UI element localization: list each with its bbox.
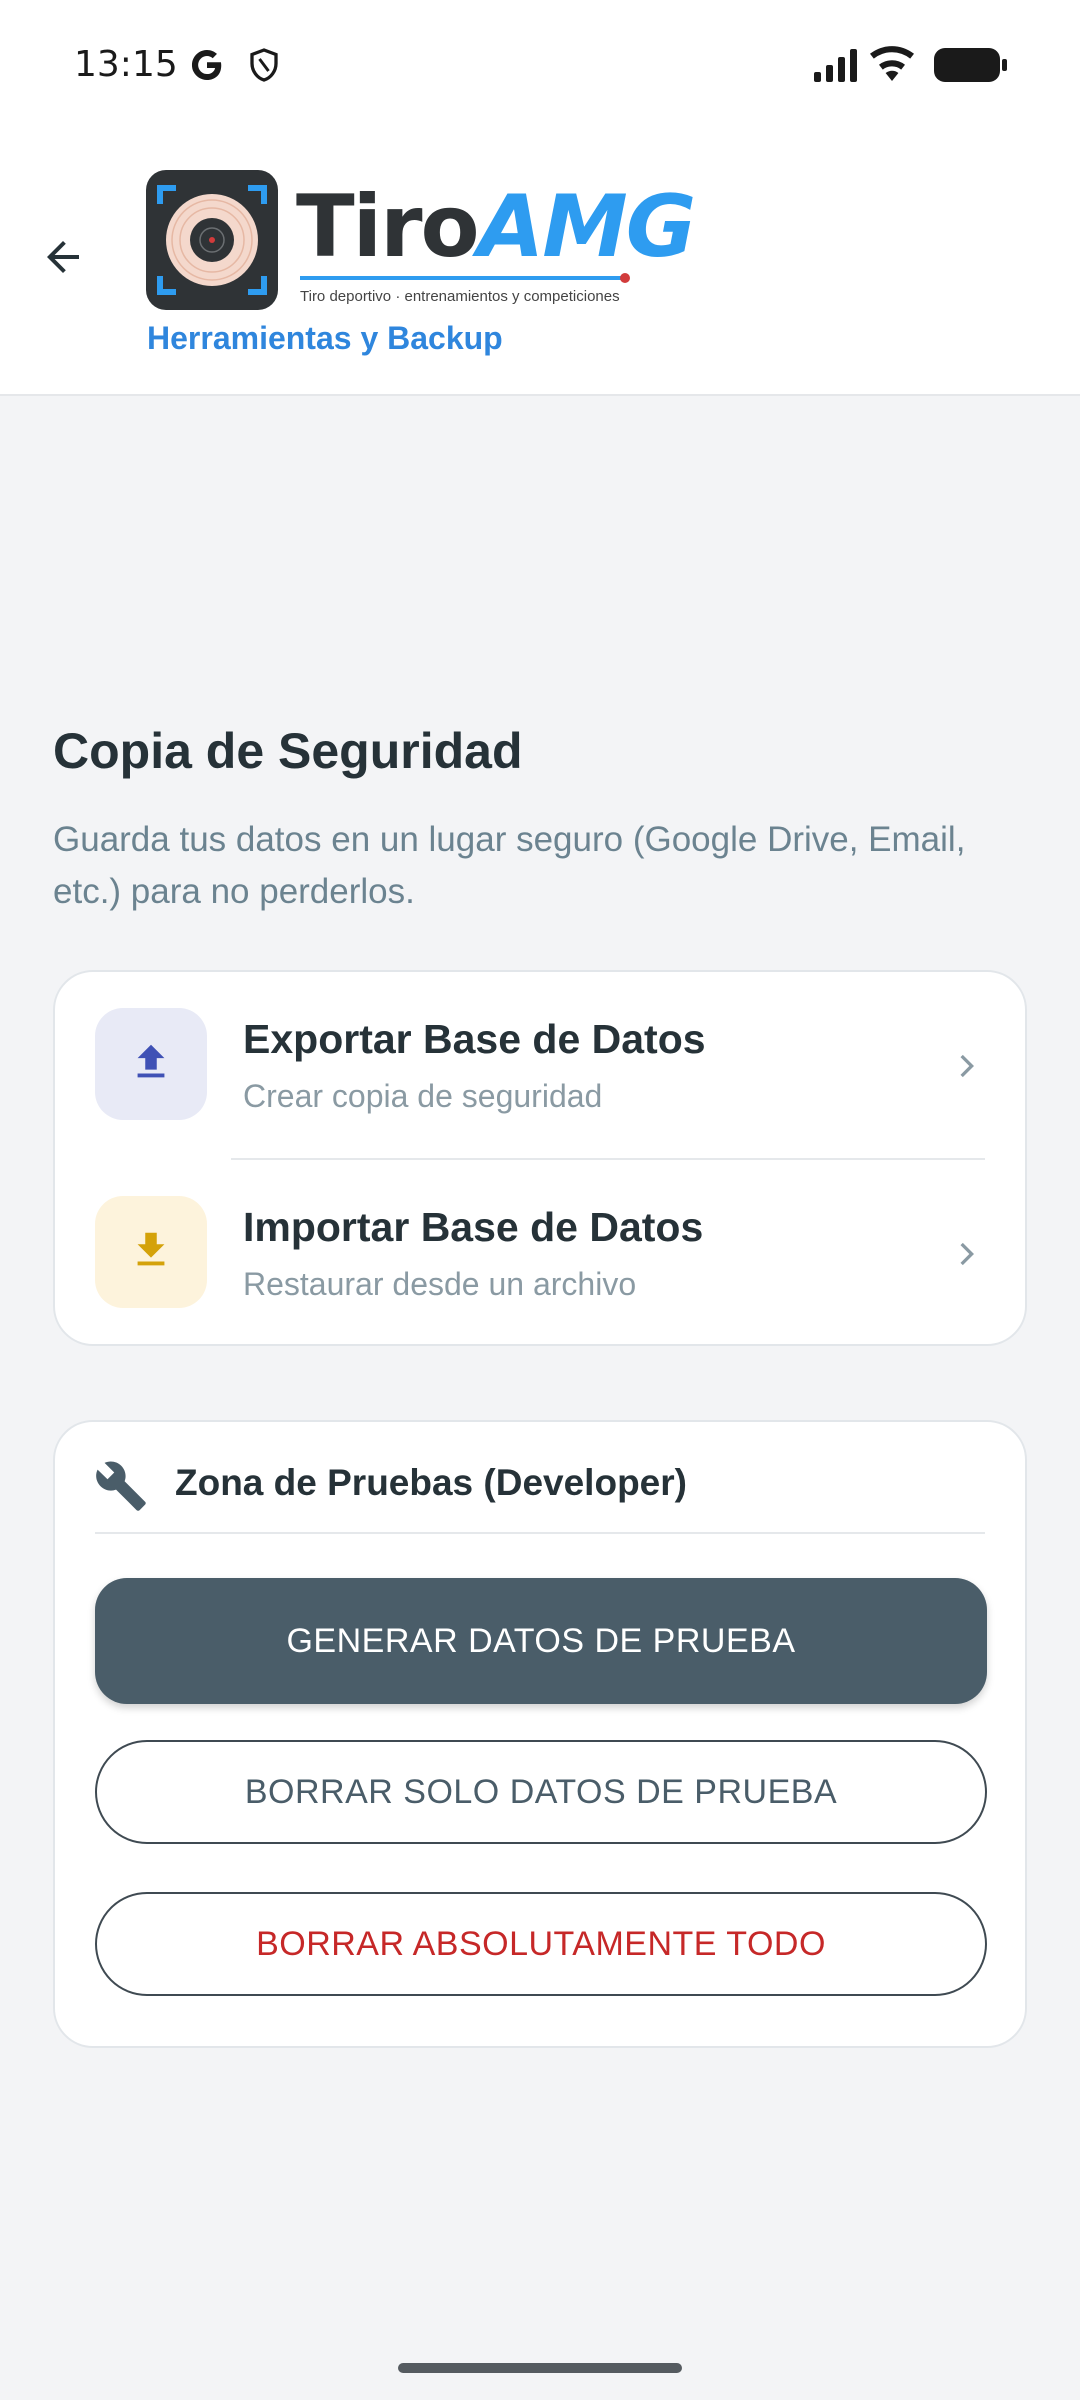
upload-icon (128, 1039, 174, 1090)
app-logo (146, 170, 278, 310)
dev-zone-card: Zona de Pruebas (Developer) GENERAR DATO… (53, 1420, 1027, 2048)
chevron-right-icon (945, 1232, 985, 1276)
export-database-row[interactable]: Exportar Base de Datos Crear copia de se… (55, 972, 1025, 1160)
backup-card: Exportar Base de Datos Crear copia de se… (53, 970, 1027, 1346)
export-subtitle: Crear copia de seguridad (243, 1078, 603, 1114)
brand-dot (620, 273, 630, 283)
dev-zone-divider (95, 1532, 985, 1534)
home-indicator[interactable] (398, 2363, 682, 2373)
generate-test-data-button[interactable]: GENERAR DATOS DE PRUEBA (95, 1578, 987, 1704)
google-g-icon (188, 46, 226, 89)
section-description: Guarda tus datos en un lugar seguro (Goo… (53, 820, 966, 911)
import-subtitle: Restaurar desde un archivo (243, 1266, 637, 1302)
arrow-back-icon (39, 233, 87, 286)
brand-part1: Tiro (296, 177, 480, 277)
delete-test-data-button[interactable]: BORRAR SOLO DATOS DE PRUEBA (95, 1740, 987, 1844)
wrench-icon (93, 1458, 149, 1514)
brand-wordmark: TiroAMG (296, 184, 696, 270)
brand-tagline: Tiro deportivo · entrenamientos y compet… (300, 288, 620, 305)
import-title: Importar Base de Datos (243, 1204, 704, 1250)
status-time: 13:15 (74, 44, 178, 85)
app-subtitle: Herramientas y Backup (147, 320, 503, 356)
wifi-icon (868, 46, 916, 87)
shield-icon (246, 46, 282, 89)
app-bar: TiroAMG Tiro deportivo · entrenamientos … (0, 130, 1080, 396)
section-title: Copia de Seguridad (53, 723, 523, 779)
back-button[interactable] (30, 226, 96, 292)
chevron-right-icon (945, 1044, 985, 1088)
download-icon (128, 1227, 174, 1278)
target-icon (157, 185, 267, 295)
signal-icon (812, 48, 860, 87)
export-title: Exportar Base de Datos (243, 1016, 706, 1062)
battery-icon (934, 48, 1008, 87)
delete-everything-button[interactable]: BORRAR ABSOLUTAMENTE TODO (95, 1892, 987, 1996)
dev-zone-title: Zona de Pruebas (Developer) (175, 1462, 687, 1503)
import-icon-box (95, 1196, 207, 1308)
status-bar: 13:15 (0, 0, 1080, 130)
brand-part2: AMG (477, 177, 697, 277)
export-icon-box (95, 1008, 207, 1120)
import-database-row[interactable]: Importar Base de Datos Restaurar desde u… (55, 1160, 1025, 1348)
brand-underline (300, 276, 624, 280)
